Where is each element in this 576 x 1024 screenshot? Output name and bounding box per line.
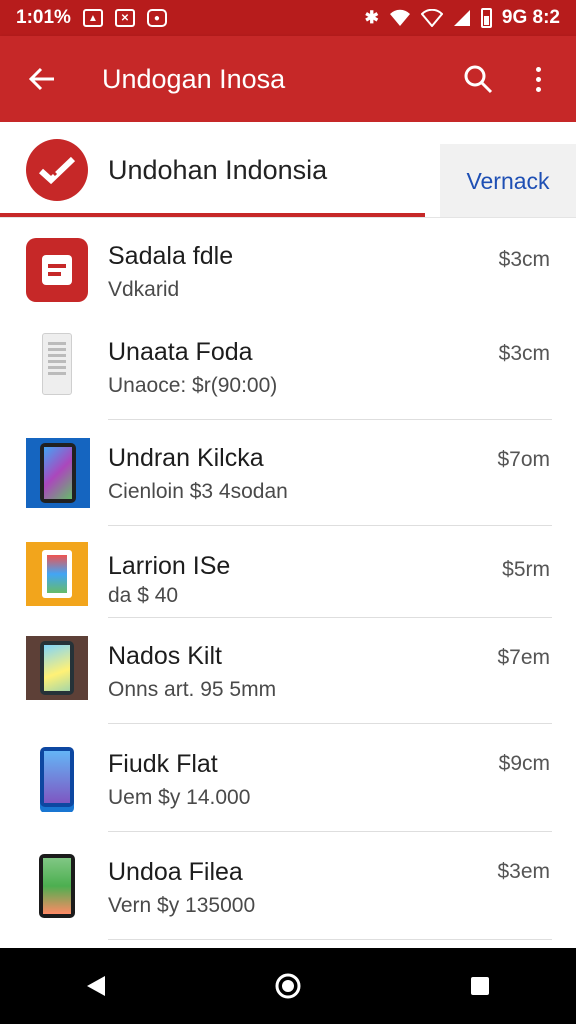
item-subtitle: da $ 40 <box>108 584 179 607</box>
phone-thumbnail-icon <box>26 636 88 700</box>
brand-logo-icon <box>26 139 88 201</box>
item-subtitle: Onns art. 95 5mm <box>108 678 277 701</box>
app-logo-icon <box>26 238 88 302</box>
notification-icon: ▲ <box>82 9 103 27</box>
wifi-icon <box>389 9 410 26</box>
app-title: Undogan Inosa <box>102 63 286 94</box>
device-thumbnail-icon <box>26 332 88 396</box>
arrow-back-icon <box>28 67 54 91</box>
item-title: Undran Kilcka <box>108 444 264 472</box>
item-subtitle: Cienloin $3 4sodan <box>108 480 288 503</box>
list-item[interactable]: Fiudk Flat Uem $y 14.000 $9cm <box>0 724 576 832</box>
phone-thumbnail-icon <box>26 542 88 606</box>
status-time: 1:01% <box>16 7 71 28</box>
status-right-text: 9G 8:2 <box>501 7 560 28</box>
item-subtitle: Vern $y 135000 <box>108 894 256 917</box>
system-nav-bar <box>0 948 576 1024</box>
list-item[interactable]: Undoa Filea Vern $y 135000 $3em <box>0 832 576 940</box>
item-subtitle: Vdkarid <box>108 278 180 301</box>
wifi-alt-icon <box>420 9 443 27</box>
item-price: $7om <box>497 448 550 471</box>
item-price: $9cm <box>498 752 550 775</box>
item-title: Unaata Foda <box>108 338 253 366</box>
square-recents-icon <box>471 977 489 995</box>
nav-home-button[interactable] <box>248 948 328 1024</box>
nav-back-button[interactable] <box>56 948 136 1024</box>
item-title: Nados Kilt <box>108 642 222 670</box>
signal-icon <box>453 10 470 26</box>
triangle-back-icon <box>87 976 105 996</box>
list-item[interactable]: Larrion ISe da $ 40 $5rm <box>0 526 576 618</box>
divider <box>0 217 576 218</box>
nav-recents-button[interactable] <box>440 948 520 1024</box>
list-item[interactable]: Sadala fdle Vdkarid $3cm <box>0 224 576 320</box>
bluetooth-icon: ✱ <box>364 8 379 27</box>
item-price: $3cm <box>498 248 550 271</box>
divider <box>108 939 552 940</box>
item-price: $3em <box>497 860 550 883</box>
search-button[interactable] <box>448 36 508 122</box>
store-header: Undohan Indonsia Vernack <box>0 122 576 218</box>
item-title: Fiudk Flat <box>108 750 218 778</box>
status-bar: 1:01% ▲ ✕ ● ✱ 9G 8:2 <box>0 0 576 36</box>
home-circle-icon <box>275 973 301 999</box>
phone-thumbnail-icon <box>26 742 88 812</box>
item-price: $3cm <box>498 342 550 365</box>
phone-thumbnail-icon <box>26 438 90 508</box>
app-bar: Undogan Inosa <box>0 36 576 122</box>
notification-icon-3: ● <box>146 9 167 27</box>
more-options-button[interactable] <box>508 36 568 122</box>
more-vert-icon <box>535 66 541 92</box>
list-item[interactable]: Undran Kilcka Cienloin $3 4sodan $7om <box>0 420 576 526</box>
list-item[interactable]: Nados Kilt Onns art. 95 5mm $7em <box>0 618 576 724</box>
item-title: Larrion ISe <box>108 552 231 580</box>
back-button[interactable] <box>0 36 84 122</box>
battery-icon <box>480 8 492 28</box>
item-subtitle: Uem $y 14.000 <box>108 786 251 809</box>
item-price: $5rm <box>502 558 550 581</box>
notification-icon-2: ✕ <box>114 9 135 27</box>
search-icon <box>464 65 493 94</box>
phone-thumbnail-icon <box>26 850 88 922</box>
header-link-button[interactable]: Vernack <box>440 144 576 218</box>
item-subtitle: Unaoce: $r(90:00) <box>108 374 278 397</box>
brand-name: Undohan Indonsia <box>108 154 328 185</box>
item-title: Sadala fdle <box>108 242 234 270</box>
item-title: Undoa Filea <box>108 858 243 886</box>
item-price: $7em <box>497 646 550 669</box>
list-item[interactable]: Unaata Foda Unaoce: $r(90:00) $3cm <box>0 320 576 420</box>
